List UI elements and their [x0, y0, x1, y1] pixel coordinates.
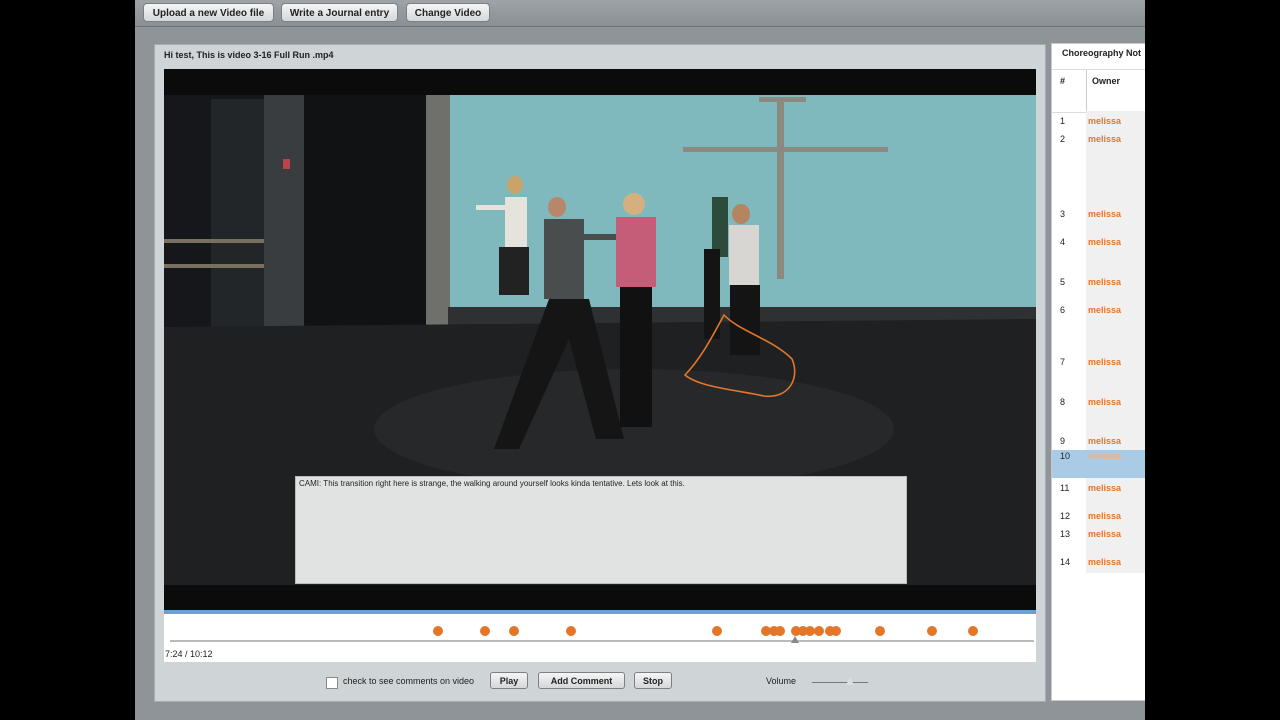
note-row[interactable]: 5 melissa	[1052, 276, 1145, 304]
comment-marker[interactable]	[875, 626, 885, 636]
volume-label: Volume	[766, 676, 797, 686]
comment-marker[interactable]	[480, 626, 490, 636]
playhead[interactable]	[791, 636, 799, 643]
timeline-track[interactable]	[170, 640, 1034, 642]
show-comments-checkbox[interactable]	[326, 677, 338, 689]
note-row[interactable]: 8 melissa	[1052, 396, 1145, 435]
comment-marker[interactable]	[566, 626, 576, 636]
note-row[interactable]: 6 melissa	[1052, 304, 1145, 356]
note-number: 10	[1060, 451, 1071, 461]
change-video-button[interactable]: Change Video	[406, 3, 490, 22]
comment-text: CAMI: This transition right here is stra…	[299, 479, 685, 488]
note-number: 6	[1060, 305, 1066, 315]
note-number: 1	[1060, 116, 1066, 126]
comment-marker[interactable]	[433, 626, 443, 636]
note-owner[interactable]: melissa	[1088, 134, 1121, 144]
note-number: 11	[1060, 483, 1070, 493]
note-owner[interactable]: melissa	[1088, 116, 1121, 126]
note-number: 4	[1060, 237, 1066, 247]
note-owner[interactable]: melissa	[1088, 305, 1121, 315]
note-number: 2	[1060, 134, 1066, 144]
note-row[interactable]: 11 melissa	[1052, 482, 1145, 510]
stop-button[interactable]: Stop	[634, 672, 672, 689]
note-number: 3	[1060, 209, 1066, 219]
note-row[interactable]: 1 melissa	[1052, 115, 1145, 133]
video-panel: Hi test, This is video 3-16 Full Run .mp…	[154, 44, 1046, 702]
note-owner[interactable]: melissa	[1088, 357, 1121, 367]
show-comments-label: check to see comments on video	[343, 676, 475, 686]
time-readout: 7:24 / 10:12	[165, 649, 213, 659]
note-owner[interactable]: melissa	[1088, 436, 1121, 446]
note-number: 13	[1060, 529, 1071, 539]
play-button[interactable]: Play	[490, 672, 528, 689]
note-row[interactable]: 2 melissa	[1052, 133, 1145, 208]
column-header-owner[interactable]: Owner	[1092, 76, 1120, 86]
write-journal-button[interactable]: Write a Journal entry	[281, 3, 398, 22]
app-window: Upload a new Video file Write a Journal …	[135, 0, 1145, 720]
note-owner[interactable]: melissa	[1088, 451, 1121, 461]
video-title: Hi test, This is video 3-16 Full Run .mp…	[164, 50, 334, 60]
note-row[interactable]: 13 melissa	[1052, 528, 1145, 556]
column-header-number[interactable]: #	[1060, 76, 1065, 86]
timeline-progress-strip	[164, 610, 1036, 614]
comment-marker[interactable]	[509, 626, 519, 636]
note-owner[interactable]: melissa	[1088, 209, 1121, 219]
note-row[interactable]: 14 melissa	[1052, 556, 1145, 574]
player-controls: check to see comments on video Play Add …	[155, 669, 1045, 693]
top-toolbar: Upload a new Video file Write a Journal …	[135, 0, 1145, 27]
note-owner[interactable]: melissa	[1088, 557, 1121, 567]
comment-marker[interactable]	[775, 626, 785, 636]
comment-marker[interactable]	[712, 626, 722, 636]
note-row[interactable]: 3 melissa	[1052, 208, 1145, 236]
note-owner[interactable]: melissa	[1088, 511, 1121, 521]
note-owner[interactable]: melissa	[1088, 397, 1121, 407]
note-row[interactable]: 4 melissa	[1052, 236, 1145, 276]
note-row[interactable]: 9 melissa	[1052, 435, 1145, 450]
comment-marker[interactable]	[968, 626, 978, 636]
note-number: 5	[1060, 277, 1066, 287]
comment-marker[interactable]	[927, 626, 937, 636]
note-row[interactable]: 12 melissa	[1052, 510, 1145, 528]
choreography-notes-panel: Choreography Not # Owner 1 melissa 2 meliss…	[1051, 43, 1145, 701]
comment-marker[interactable]	[814, 626, 824, 636]
comment-marker[interactable]	[831, 626, 841, 636]
timeline[interactable]: 7:24 / 10:12	[164, 610, 1036, 662]
note-owner[interactable]: melissa	[1088, 277, 1121, 287]
volume-slider[interactable]	[812, 682, 868, 683]
note-number: 7	[1060, 357, 1066, 367]
note-owner[interactable]: melissa	[1088, 237, 1121, 247]
notes-title: Choreography Not	[1062, 48, 1142, 58]
note-number: 8	[1060, 397, 1066, 407]
note-number: 14	[1060, 557, 1071, 567]
note-owner[interactable]: melissa	[1088, 529, 1121, 539]
column-divider	[1086, 70, 1087, 112]
add-comment-button[interactable]: Add Comment	[538, 672, 625, 689]
notes-table-header: # Owner	[1052, 69, 1145, 113]
note-row[interactable]: 7 melissa	[1052, 356, 1145, 396]
note-number: 12	[1060, 511, 1071, 521]
note-row[interactable]: 10 melissa	[1052, 450, 1145, 478]
note-number: 9	[1060, 436, 1066, 446]
volume-slider-thumb[interactable]	[846, 677, 854, 685]
video-player[interactable]: CAMI: This transition right here is stra…	[164, 69, 1036, 610]
comment-overlay: CAMI: This transition right here is stra…	[295, 476, 907, 584]
note-owner[interactable]: melissa	[1088, 483, 1121, 493]
upload-video-button[interactable]: Upload a new Video file	[143, 3, 274, 22]
